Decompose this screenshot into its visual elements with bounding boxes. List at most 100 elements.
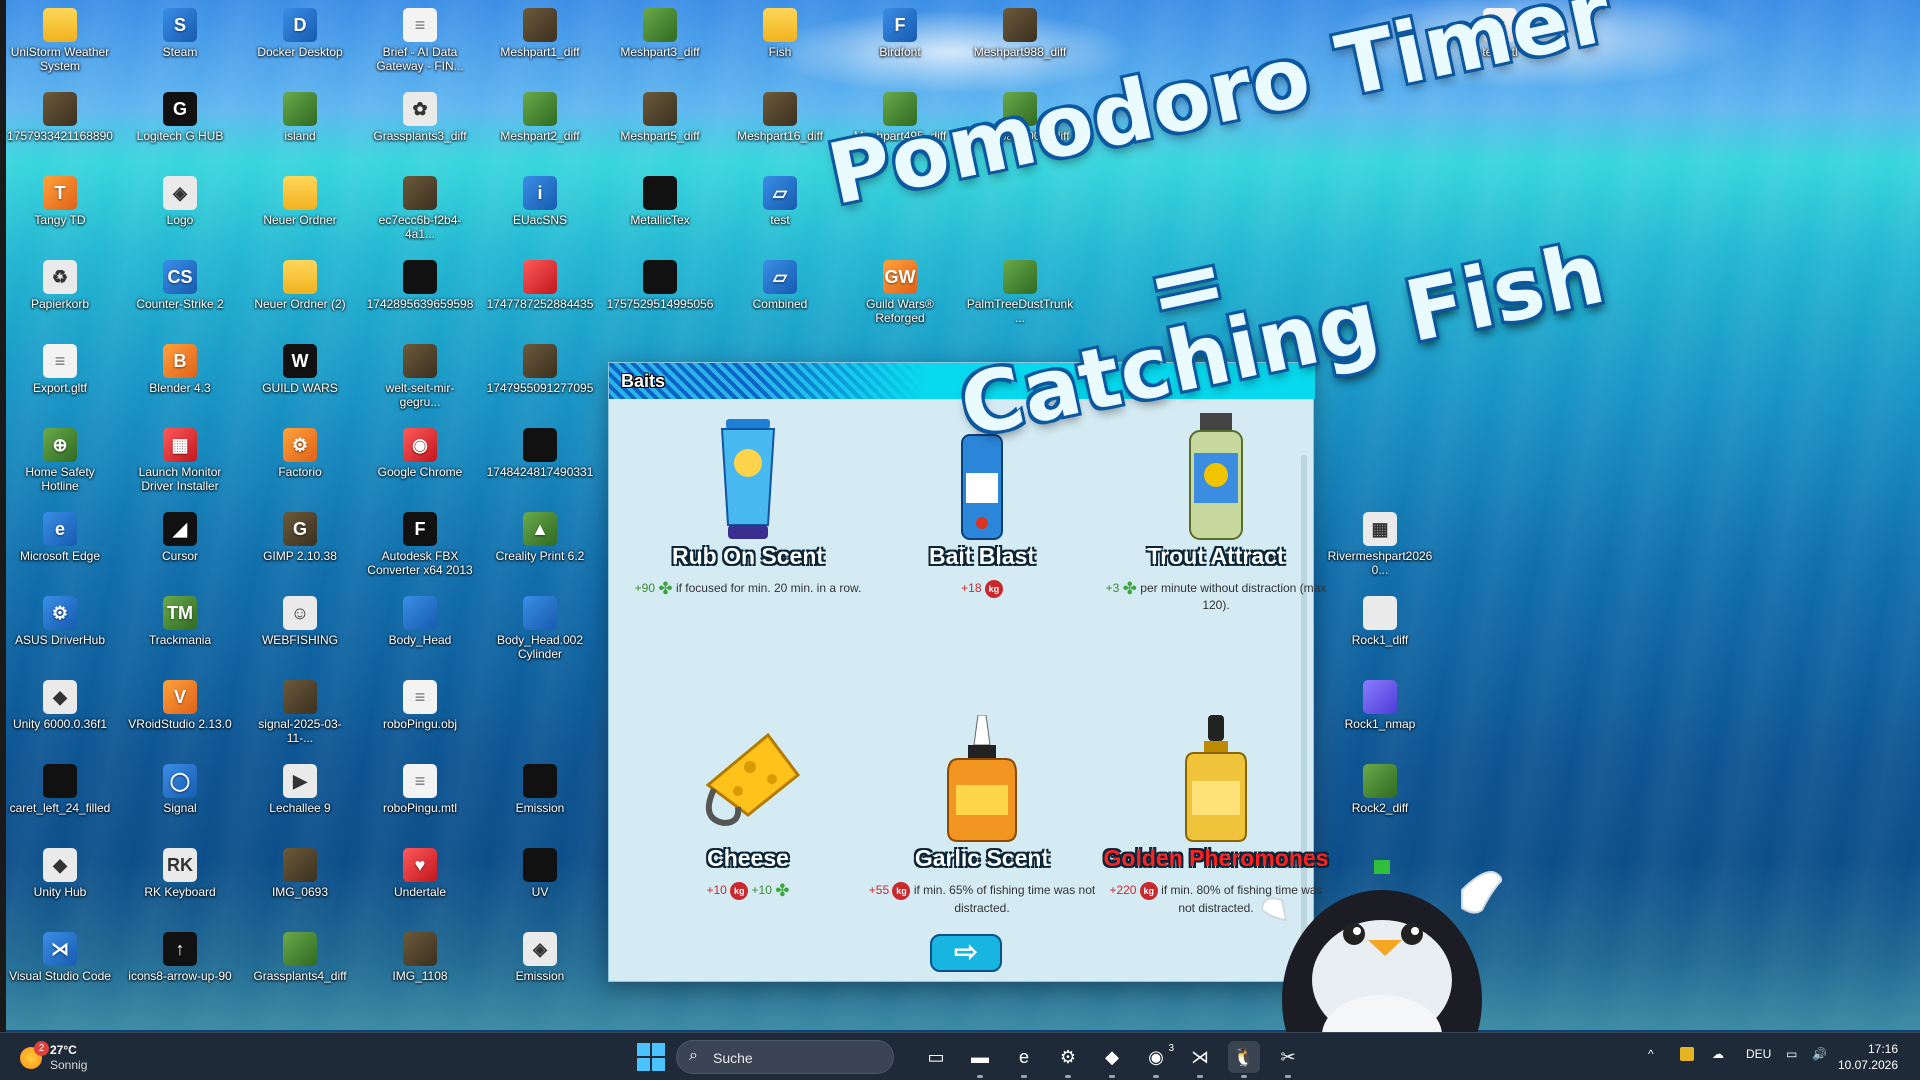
desktop-icon-37[interactable]: B Blender 4.3 bbox=[126, 340, 234, 420]
desktop-icon-22[interactable]: Neuer Ordner bbox=[246, 172, 354, 252]
desktop-icon-56[interactable]: ◆ Unity 6000.0.36f1 bbox=[6, 676, 114, 756]
desktop-icon-28[interactable]: CS Counter-Strike 2 bbox=[126, 256, 234, 336]
desktop-icon-17[interactable]: Meshpart16_diff bbox=[726, 88, 834, 168]
desktop-icon-36[interactable]: ≡ Export.gltf bbox=[6, 340, 114, 420]
desktop-icon-71[interactable]: ↑ icons8-arrow-up-90 bbox=[126, 928, 234, 1008]
desktop-icon-1[interactable]: UniStorm Weather System bbox=[6, 4, 114, 84]
desktop-icon-25[interactable]: MetallicTex bbox=[606, 172, 714, 252]
desktop-icon-34[interactable]: GW Guild Wars® Reforged bbox=[846, 256, 954, 336]
desktop-icon-75[interactable]: ▦ Rivermeshpart20260... bbox=[1326, 508, 1434, 588]
desktop-icon-77[interactable]: Rock1_nmap bbox=[1326, 676, 1434, 756]
next-page-button[interactable]: ⇨ bbox=[930, 934, 1002, 972]
taskbar-pomodoro-app-icon[interactable]: 🐧 bbox=[1228, 1041, 1260, 1078]
penguin-mascot[interactable] bbox=[1262, 860, 1502, 1060]
taskbar-settings-icon[interactable]: ⚙ bbox=[1052, 1041, 1084, 1078]
desktop-icon-74[interactable]: ◈ Emission bbox=[486, 928, 594, 1008]
desktop-icon-38[interactable]: W GUILD WARS bbox=[246, 340, 354, 420]
desktop-icon-73[interactable]: IMG_1108 bbox=[366, 928, 474, 1008]
desktop-icon-21[interactable]: ◈ Logo bbox=[126, 172, 234, 252]
desktop-icon-30[interactable]: 1742895639659598 bbox=[366, 256, 474, 336]
bait-card-3[interactable]: Trout Attract +3 ✤ per minute without dis… bbox=[1101, 413, 1331, 613]
desktop-icon-54[interactable]: Body_Head bbox=[366, 592, 474, 672]
taskbar-edge-icon[interactable]: e bbox=[1008, 1041, 1040, 1078]
desktop-icon-62[interactable]: ▶ Lechallee 9 bbox=[246, 760, 354, 840]
desktop-icon-35[interactable]: PalmTreeDustTrunk... bbox=[966, 256, 1074, 336]
desktop-icon-32[interactable]: 1757529514995056 bbox=[606, 256, 714, 336]
desktop-icon-20[interactable]: T Tangy TD bbox=[6, 172, 114, 252]
bait-card-1[interactable]: Rub On Scent +90 ✤ if focused for min. 20… bbox=[633, 413, 863, 597]
desktop-icon-23[interactable]: ec7ecc6b-f2b4-4a1... bbox=[366, 172, 474, 252]
desktop-icon-45[interactable]: 1748424817490331 bbox=[486, 424, 594, 504]
desktop-icon-16[interactable]: Meshpart5_diff bbox=[606, 88, 714, 168]
clock[interactable]: 17:16 10.07.2026 bbox=[1838, 1041, 1898, 1073]
desktop-icon-55[interactable]: Body_Head.002 Cylinder bbox=[486, 592, 594, 672]
taskbar-unity-icon[interactable]: ◆ bbox=[1096, 1041, 1128, 1078]
desktop-icon-9[interactable]: Meshpart988_diff bbox=[966, 4, 1074, 84]
desktop-icon-42[interactable]: ▦ Launch Monitor Driver Installer bbox=[126, 424, 234, 504]
network-icon[interactable]: ▭ bbox=[1786, 1047, 1797, 1061]
bait-card-5[interactable]: Garlic Scent +55 kg if min. 65% of fishin… bbox=[867, 714, 1097, 916]
desktop-icon-46[interactable]: e Microsoft Edge bbox=[6, 508, 114, 588]
desktop-icon-12[interactable]: G Logitech G HUB bbox=[126, 88, 234, 168]
desktop-icon-11[interactable]: 1757933421168890 bbox=[6, 88, 114, 168]
desktop-icon-27[interactable]: ♻ Papierkorb bbox=[6, 256, 114, 336]
desktop-icon-66[interactable]: RK RK Keyboard bbox=[126, 844, 234, 924]
desktop-icon-57[interactable]: V VRoidStudio 2.13.0 bbox=[126, 676, 234, 756]
desktop-icon-72[interactable]: Grassplants4_diff bbox=[246, 928, 354, 1008]
desktop-icon-29[interactable]: Neuer Ordner (2) bbox=[246, 256, 354, 336]
desktop-icon-14[interactable]: ✿ Grassplants3_diff bbox=[366, 88, 474, 168]
baits-window[interactable]: Baits Rub On Scent +90 ✤ if focused for m… bbox=[608, 362, 1328, 982]
desktop-icon-64[interactable]: Emission bbox=[486, 760, 594, 840]
weather-widget[interactable]: 2 27°C Sonnig bbox=[20, 1041, 170, 1073]
desktop-icon-40[interactable]: 1747955091277095 bbox=[486, 340, 594, 420]
desktop-icon-78[interactable]: Rock2_diff bbox=[1326, 760, 1434, 840]
start-button[interactable] bbox=[637, 1043, 665, 1071]
taskbar-vscode-icon[interactable]: ⋊ bbox=[1184, 1041, 1216, 1078]
desktop-icon-60[interactable]: caret_left_24_filled bbox=[6, 760, 114, 840]
desktop-icon-33[interactable]: ▱ Combined bbox=[726, 256, 834, 336]
desktop-icon-70[interactable]: ⋊ Visual Studio Code bbox=[6, 928, 114, 1008]
desktop-icon-69[interactable]: UV bbox=[486, 844, 594, 924]
desktop-icon-59[interactable]: ≡ roboPingu.obj bbox=[366, 676, 474, 756]
tray-app-icon[interactable] bbox=[1680, 1047, 1694, 1061]
desktop-icon-76[interactable]: Rock1_diff bbox=[1326, 592, 1434, 672]
desktop-icon-58[interactable]: signal-2025-03-11-... bbox=[246, 676, 354, 756]
desktop-icon-26[interactable]: ▱ test bbox=[726, 172, 834, 252]
desktop-icon-47[interactable]: ◢ Cursor bbox=[126, 508, 234, 588]
desktop-icon-61[interactable]: ◯ Signal bbox=[126, 760, 234, 840]
desktop-icon-6[interactable]: Meshpart3_diff bbox=[606, 4, 714, 84]
desktop-icon-68[interactable]: ♥ Undertale bbox=[366, 844, 474, 924]
taskbar-discord-icon[interactable]: ◉ 3 bbox=[1140, 1041, 1174, 1078]
desktop-icon-51[interactable]: ⚙ ASUS DriverHub bbox=[6, 592, 114, 672]
desktop-icon-15[interactable]: Meshpart2_diff bbox=[486, 88, 594, 168]
taskbar-terminal-icon[interactable]: ▬ bbox=[964, 1041, 996, 1078]
desktop-icon-52[interactable]: TM Trackmania bbox=[126, 592, 234, 672]
desktop-icon-67[interactable]: IMG_0693 bbox=[246, 844, 354, 924]
desktop-icon-24[interactable]: i EUacSNS bbox=[486, 172, 594, 252]
desktop-icon-65[interactable]: ◆ Unity Hub bbox=[6, 844, 114, 924]
desktop-icon-49[interactable]: F Autodesk FBX Converter x64 2013 bbox=[366, 508, 474, 588]
desktop-icon-3[interactable]: D Docker Desktop bbox=[246, 4, 354, 84]
tray-chevron-icon[interactable]: ^ bbox=[1648, 1047, 1654, 1061]
taskbar-snipping-tool-icon[interactable]: ✂ bbox=[1272, 1041, 1304, 1078]
desktop-icon-13[interactable]: island bbox=[246, 88, 354, 168]
desktop-icon-48[interactable]: G GIMP 2.10.38 bbox=[246, 508, 354, 588]
desktop-icon-53[interactable]: ☺ WEBFISHING bbox=[246, 592, 354, 672]
desktop-icon-8[interactable]: F Birdfont bbox=[846, 4, 954, 84]
volume-icon[interactable]: 🔊 bbox=[1812, 1047, 1827, 1061]
desktop-icon-41[interactable]: ⊕ Home Safety Hotline bbox=[6, 424, 114, 504]
bait-card-4[interactable]: Cheese +10 kg +10 ✤ bbox=[633, 715, 863, 900]
desktop-icon-43[interactable]: ⚙ Factorio bbox=[246, 424, 354, 504]
onedrive-icon[interactable]: ☁ bbox=[1712, 1047, 1724, 1061]
desktop-icon-63[interactable]: ≡ roboPingu.mtl bbox=[366, 760, 474, 840]
taskbar-task-view-icon[interactable]: ▭ bbox=[920, 1041, 952, 1073]
desktop-icon-44[interactable]: ◉ Google Chrome bbox=[366, 424, 474, 504]
desktop-icon-2[interactable]: S Steam bbox=[126, 4, 234, 84]
desktop-icon-50[interactable]: ▲ Creality Print 6.2 bbox=[486, 508, 594, 588]
desktop-icon-39[interactable]: welt-seit-mir-gegru... bbox=[366, 340, 474, 420]
desktop-icon-5[interactable]: Meshpart1_diff bbox=[486, 4, 594, 84]
desktop-icon-31[interactable]: 1747787252884435 bbox=[486, 256, 594, 336]
taskbar-search[interactable]: ⌕ Suche bbox=[676, 1040, 894, 1074]
language-indicator[interactable]: DEU bbox=[1746, 1047, 1771, 1061]
desktop-icon-7[interactable]: Fish bbox=[726, 4, 834, 84]
